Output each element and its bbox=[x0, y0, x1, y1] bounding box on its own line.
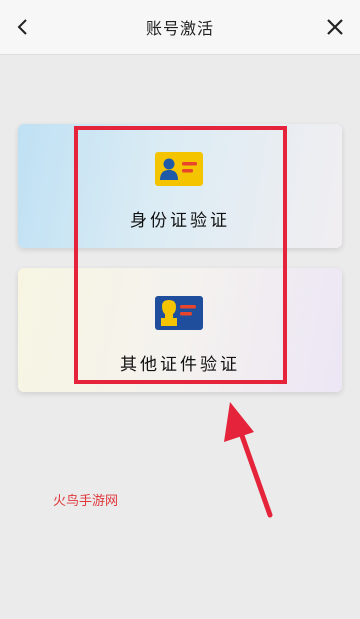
watermark: 火鸟手游网 bbox=[53, 494, 119, 509]
page-title: 账号激活 bbox=[145, 19, 214, 38]
account-activation-screen: 账号激活 身份证验证 其他证件验证 火鸟手游网 bbox=[0, 0, 360, 619]
close-icon bbox=[327, 19, 343, 35]
annotation-highlight-box bbox=[74, 126, 287, 384]
close-button[interactable] bbox=[318, 10, 352, 44]
navbar: 账号激活 bbox=[0, 0, 360, 55]
